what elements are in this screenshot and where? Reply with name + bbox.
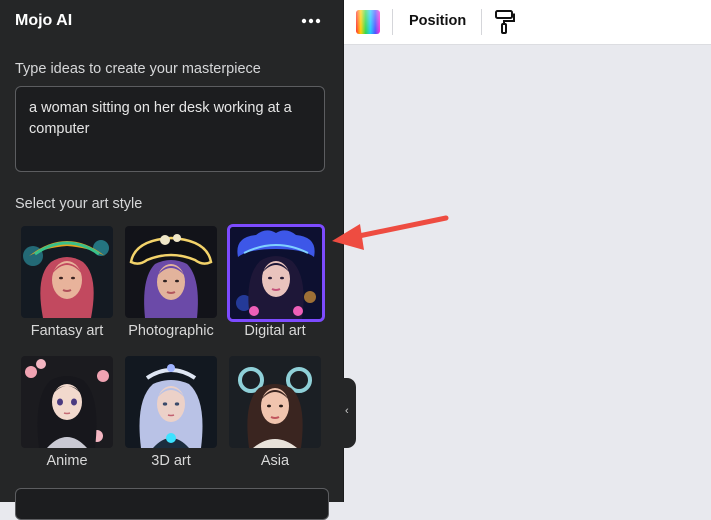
arrow-icon — [332, 215, 449, 250]
style-name: Digital art — [244, 323, 306, 339]
style-name: Fantasy art — [30, 323, 104, 339]
style-name: Photographic — [128, 323, 214, 339]
anime-thumbnail — [21, 356, 113, 448]
more-options-button[interactable] — [300, 12, 322, 30]
3d-art-thumbnail — [125, 356, 217, 448]
bottom-panel-box — [15, 488, 329, 520]
chevron-left-icon: ‹ — [345, 405, 349, 417]
position-button[interactable]: Position — [409, 13, 466, 29]
photographic-thumbnail — [125, 226, 217, 318]
collapse-panel-handle[interactable]: ‹ — [343, 378, 356, 448]
fantasy-art-thumbnail — [21, 226, 113, 318]
digital-art-thumbnail — [227, 224, 325, 322]
color-picker-button[interactable] — [356, 10, 380, 34]
style-name: Asia — [260, 453, 290, 469]
style-label: Select your art style — [15, 196, 143, 212]
paint-format-button[interactable] — [494, 9, 516, 35]
style-name: 3D art — [151, 453, 191, 469]
color-picker-icon — [356, 10, 380, 34]
more-horizontal-icon — [301, 18, 321, 24]
asia-thumbnail — [229, 356, 321, 448]
prompt-text: a woman sitting on her desk working at a… — [29, 100, 292, 137]
mojo-ai-panel: Mojo AI Type ideas to create your master… — [0, 0, 344, 520]
prompt-textarea[interactable]: a woman sitting on her desk working at a… — [15, 86, 325, 172]
prompt-label: Type ideas to create your masterpiece — [15, 61, 261, 77]
panel-title: Mojo AI — [15, 12, 73, 29]
paint-roller-icon — [495, 10, 515, 34]
editor-toolbar: Position — [344, 0, 711, 45]
style-name: Anime — [46, 453, 88, 469]
